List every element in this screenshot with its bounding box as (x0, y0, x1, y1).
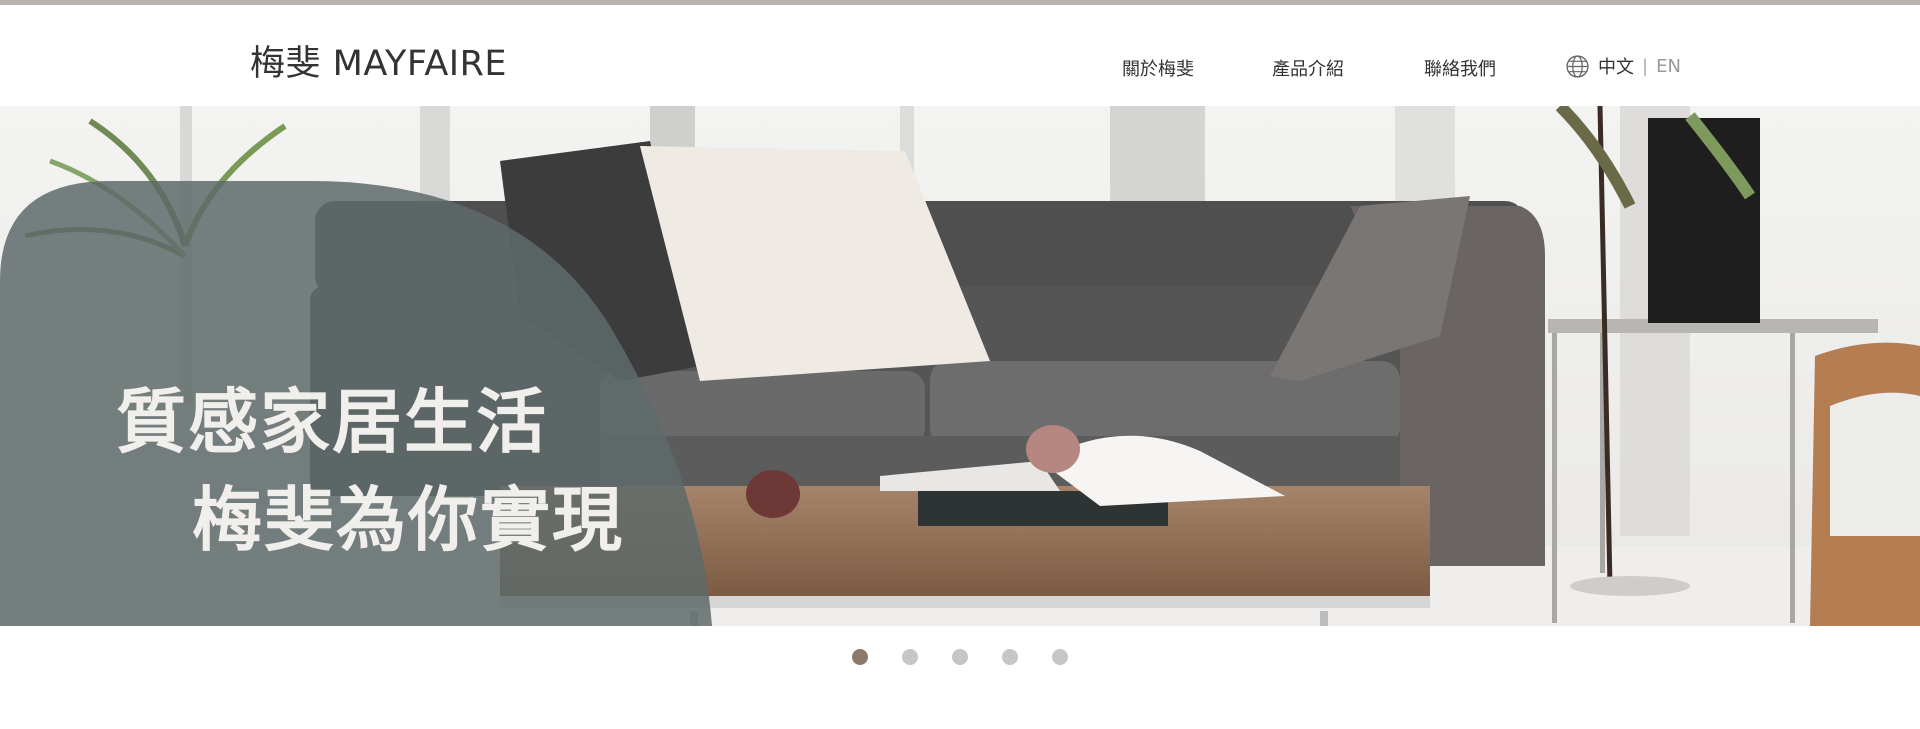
lang-separator: | (1642, 55, 1649, 77)
site-header: 梅斐 MAYFAIRE 關於梅斐 產品介紹 聯絡我們 中文 | EN (0, 5, 1920, 106)
globe-icon[interactable] (1565, 54, 1590, 79)
hero-headline-line2: 梅斐為你實現 (192, 479, 624, 561)
nav-item-products[interactable]: 產品介紹 (1272, 55, 1344, 81)
nav-item-about[interactable]: 關於梅斐 (1122, 55, 1194, 81)
carousel-dot-3[interactable] (952, 649, 968, 665)
carousel-dot-5[interactable] (1052, 649, 1068, 665)
hero-banner: 質感家居生活 梅斐為你實現 (0, 106, 1920, 626)
lang-option-chinese[interactable]: 中文 (1598, 53, 1634, 79)
nav-item-contact[interactable]: 聯絡我們 (1424, 55, 1496, 81)
hero-headline-line1: 質感家居生活 (116, 381, 548, 463)
carousel-dot-2[interactable] (902, 649, 918, 665)
carousel-dot-4[interactable] (1002, 649, 1018, 665)
site-logo[interactable]: 梅斐 MAYFAIRE (250, 35, 507, 86)
language-switcher: 中文 | EN (1565, 53, 1681, 79)
lang-option-english[interactable]: EN (1656, 56, 1681, 77)
carousel-dot-1[interactable] (852, 649, 868, 665)
